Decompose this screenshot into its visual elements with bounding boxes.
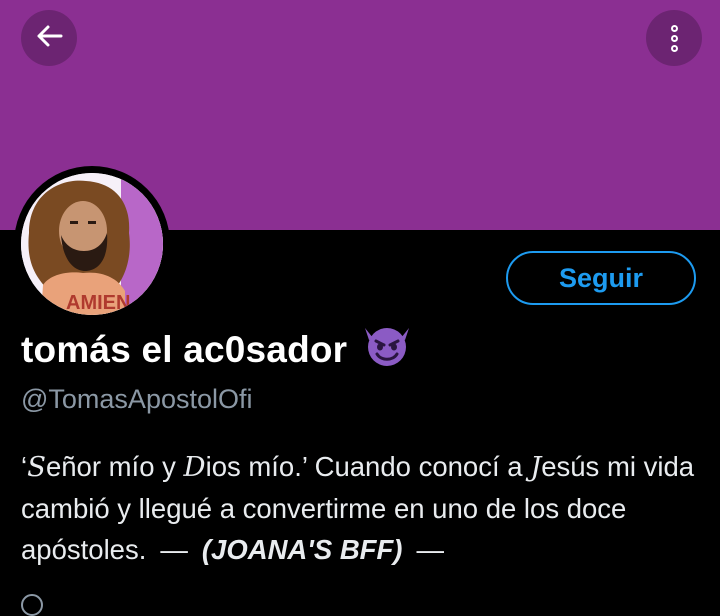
bio-bff-text: (JOANA'S BFF) [201, 534, 403, 565]
bio-script-s: S [27, 451, 46, 483]
bio-text-1: eñor mío y [45, 451, 184, 482]
bio-script-d: D [183, 451, 206, 483]
bio-dash-1: — [160, 534, 188, 565]
back-button[interactable] [21, 10, 77, 66]
profile-bio: ‘Señor mío y Dios mío.’ Cuando conocí a … [21, 446, 711, 570]
bio-dash-2: — [416, 534, 444, 565]
follow-button[interactable]: Seguir [506, 251, 696, 305]
display-name: tomás el ac0sador [21, 322, 415, 377]
bio-text-2: ios mío. [205, 451, 302, 482]
avatar-image: AMIEN [21, 173, 163, 315]
display-name-text: tomás el ac0sador [21, 328, 348, 370]
location-icon [21, 594, 43, 616]
smiling-devil-icon [359, 322, 415, 377]
arrow-left-icon [34, 21, 64, 56]
more-vertical-icon [670, 24, 678, 52]
user-handle: @TomasApostolOfi [21, 384, 253, 414]
bio-script-j: J [530, 451, 542, 483]
avatar-container[interactable]: AMIEN [14, 166, 170, 322]
bio-text-3: Cuando conocí a [306, 451, 531, 482]
avatar[interactable]: AMIEN [21, 173, 163, 315]
avatar-caption-text: AMIEN [66, 292, 130, 314]
more-options-button[interactable] [646, 10, 702, 66]
